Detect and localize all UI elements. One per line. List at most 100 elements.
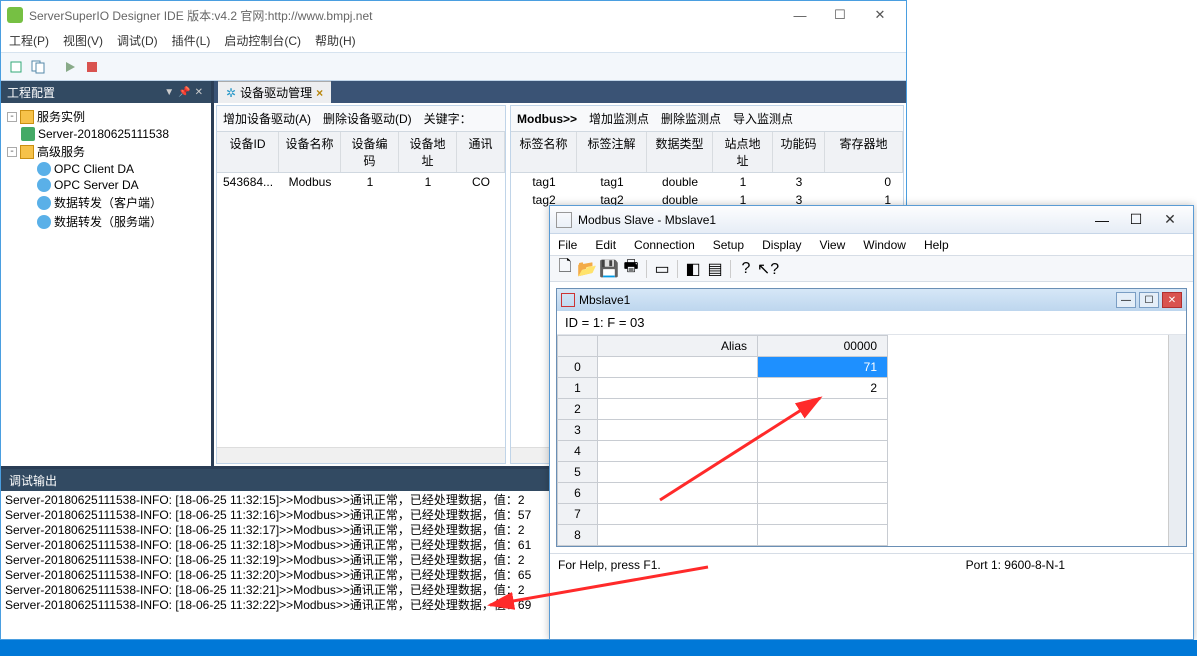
tree-root-advanced[interactable]: -高级服务 [3,142,209,161]
slave-title-text: Modbus Slave - Mbslave1 [578,213,716,227]
table-row[interactable]: 12 [558,378,888,399]
slave-doc-titlebar[interactable]: Mbslave1 — ☐ ✕ [557,289,1186,311]
tree-item[interactable]: OPC Server DA [3,177,209,193]
maximize-button[interactable]: ☐ [820,4,860,26]
help-icon[interactable]: ? [737,260,755,278]
label-keyword: 关键字： [424,110,472,127]
tree-item[interactable]: 数据转发（客户端） [3,193,209,212]
vertical-scrollbar[interactable] [1168,335,1186,546]
tree-item-server[interactable]: Server-20180625111538 [3,126,209,142]
menu-view[interactable]: 视图(V) [63,32,103,49]
col-head-value[interactable]: 00000 [758,336,888,357]
status-help: For Help, press F1. [558,558,661,572]
menu-plugin[interactable]: 插件(L) [172,32,211,49]
tab-bar: ✲ 设备驱动管理 × [214,81,906,103]
tree-root-services[interactable]: -服务实例 [3,107,209,126]
menu-display[interactable]: Display [762,238,801,252]
doc-maximize-button[interactable]: ☐ [1139,292,1159,308]
ide-toolbar [1,53,906,81]
btn-del-device[interactable]: 删除设备驱动(D) [323,110,412,127]
selected-cell: 71 [758,357,888,378]
slave-document: Mbslave1 — ☐ ✕ ID = 1: F = 03 Alias 0000… [556,288,1187,547]
open-icon[interactable]: 📂 [578,260,596,278]
slave-menubar: File Edit Connection Setup Display View … [550,234,1193,256]
close-button[interactable]: ✕ [1153,211,1187,228]
doc-minimize-button[interactable]: — [1116,292,1136,308]
status-port: Port 1: 9600-8-N-1 [966,558,1065,572]
slave-id-line: ID = 1: F = 03 [557,311,1186,335]
slave-statusbar: For Help, press F1. Port 1: 9600-8-N-1 [550,553,1193,575]
slave-app-icon [556,212,572,228]
slave-toolbar: 🗋 📂 💾 🖶 ▭ ◧ ▤ ? ↖? [550,256,1193,282]
tab-close-icon[interactable]: × [316,86,323,100]
device-grid-row[interactable]: 543684... Modbus 1 1 CO [217,173,505,191]
window-icon[interactable]: ▭ [653,260,671,278]
minimize-button[interactable]: — [780,4,820,26]
menu-connection[interactable]: Connection [634,238,695,252]
breadcrumb-device: Modbus>> [517,112,577,126]
btn-add-device[interactable]: 增加设备驱动(A) [223,110,311,127]
menu-setup[interactable]: Setup [713,238,744,252]
menu-file[interactable]: File [558,238,577,252]
menu-project[interactable]: 工程(P) [9,32,49,49]
form-icon[interactable]: ◧ [684,260,702,278]
table-row[interactable]: 7 [558,504,888,525]
project-config-panel: 工程配置 ▼ 📌 ✕ -服务实例 Server-20180625111538 -… [1,81,211,466]
col-head[interactable] [558,336,598,357]
btn-del-tag[interactable]: 删除监测点 [661,110,721,127]
list-icon[interactable]: ▤ [706,260,724,278]
table-row[interactable]: 3 [558,420,888,441]
tag-grid-row[interactable]: tag1 tag1 double 1 3 0 [511,173,903,191]
menu-help[interactable]: Help [924,238,949,252]
menu-edit[interactable]: Edit [595,238,616,252]
menu-console[interactable]: 启动控制台(C) [224,32,301,49]
copy-icon[interactable] [29,58,47,76]
device-grid-header: 设备ID 设备名称 设备编码 设备地址 通讯 [217,132,505,173]
doc-close-button[interactable]: ✕ [1162,292,1182,308]
slave-register-table: Alias 00000 071 12 2 3 4 5 6 7 8 [557,335,888,546]
tab-device-driver[interactable]: ✲ 设备驱动管理 × [218,81,331,103]
panel-header[interactable]: 工程配置 ▼ 📌 ✕ [1,81,211,103]
gear-icon: ✲ [226,86,236,100]
ide-titlebar[interactable]: ServerSuperIO Designer IDE 版本:v4.2 官网:ht… [1,1,906,29]
stop-icon[interactable] [83,58,101,76]
table-row[interactable]: 2 [558,399,888,420]
minimize-button[interactable]: — [1085,212,1119,228]
tree-item[interactable]: OPC Client DA [3,161,209,177]
panel-title: 工程配置 [7,84,55,101]
save-icon[interactable]: 💾 [600,260,618,278]
menu-help[interactable]: 帮助(H) [315,32,356,49]
panel-pin-icon[interactable]: 📌 [176,87,192,98]
table-row[interactable]: 5 [558,462,888,483]
table-row[interactable]: 4 [558,441,888,462]
play-icon[interactable] [61,58,79,76]
grid-scrollbar[interactable] [217,447,505,463]
close-button[interactable]: ✕ [860,4,900,26]
new-icon[interactable] [7,58,25,76]
tag-grid-header: 标签名称 标签注解 数据类型 站点地址 功能码 寄存器地 [511,132,903,173]
new-icon[interactable]: 🗋 [556,260,574,278]
app-icon [7,7,23,23]
print-icon[interactable]: 🖶 [622,260,640,278]
col-head-alias[interactable]: Alias [598,336,758,357]
project-tree: -服务实例 Server-20180625111538 -高级服务 OPC Cl… [1,103,211,466]
btn-add-tag[interactable]: 增加监测点 [589,110,649,127]
tree-item[interactable]: 数据转发（服务端） [3,212,209,231]
modbus-slave-window: Modbus Slave - Mbslave1 — ☐ ✕ File Edit … [549,205,1194,640]
table-row[interactable]: 8 [558,525,888,546]
menu-window[interactable]: Window [863,238,906,252]
slave-doc-title-text: Mbslave1 [579,293,630,307]
whatsthis-icon[interactable]: ↖? [759,260,777,278]
ide-menubar: 工程(P) 视图(V) 调试(D) 插件(L) 启动控制台(C) 帮助(H) [1,29,906,53]
panel-close-icon[interactable]: ✕ [193,87,205,98]
table-row[interactable]: 071 [558,357,888,378]
menu-view[interactable]: View [819,238,845,252]
table-row[interactable]: 6 [558,483,888,504]
taskbar[interactable] [0,640,1197,656]
ide-title-text: ServerSuperIO Designer IDE 版本:v4.2 官网:ht… [29,7,372,24]
btn-import-tag[interactable]: 导入监测点 [733,110,793,127]
menu-debug[interactable]: 调试(D) [117,32,158,49]
slave-titlebar[interactable]: Modbus Slave - Mbslave1 — ☐ ✕ [550,206,1193,234]
maximize-button[interactable]: ☐ [1119,211,1153,228]
panel-dropdown-icon[interactable]: ▼ [162,87,176,98]
